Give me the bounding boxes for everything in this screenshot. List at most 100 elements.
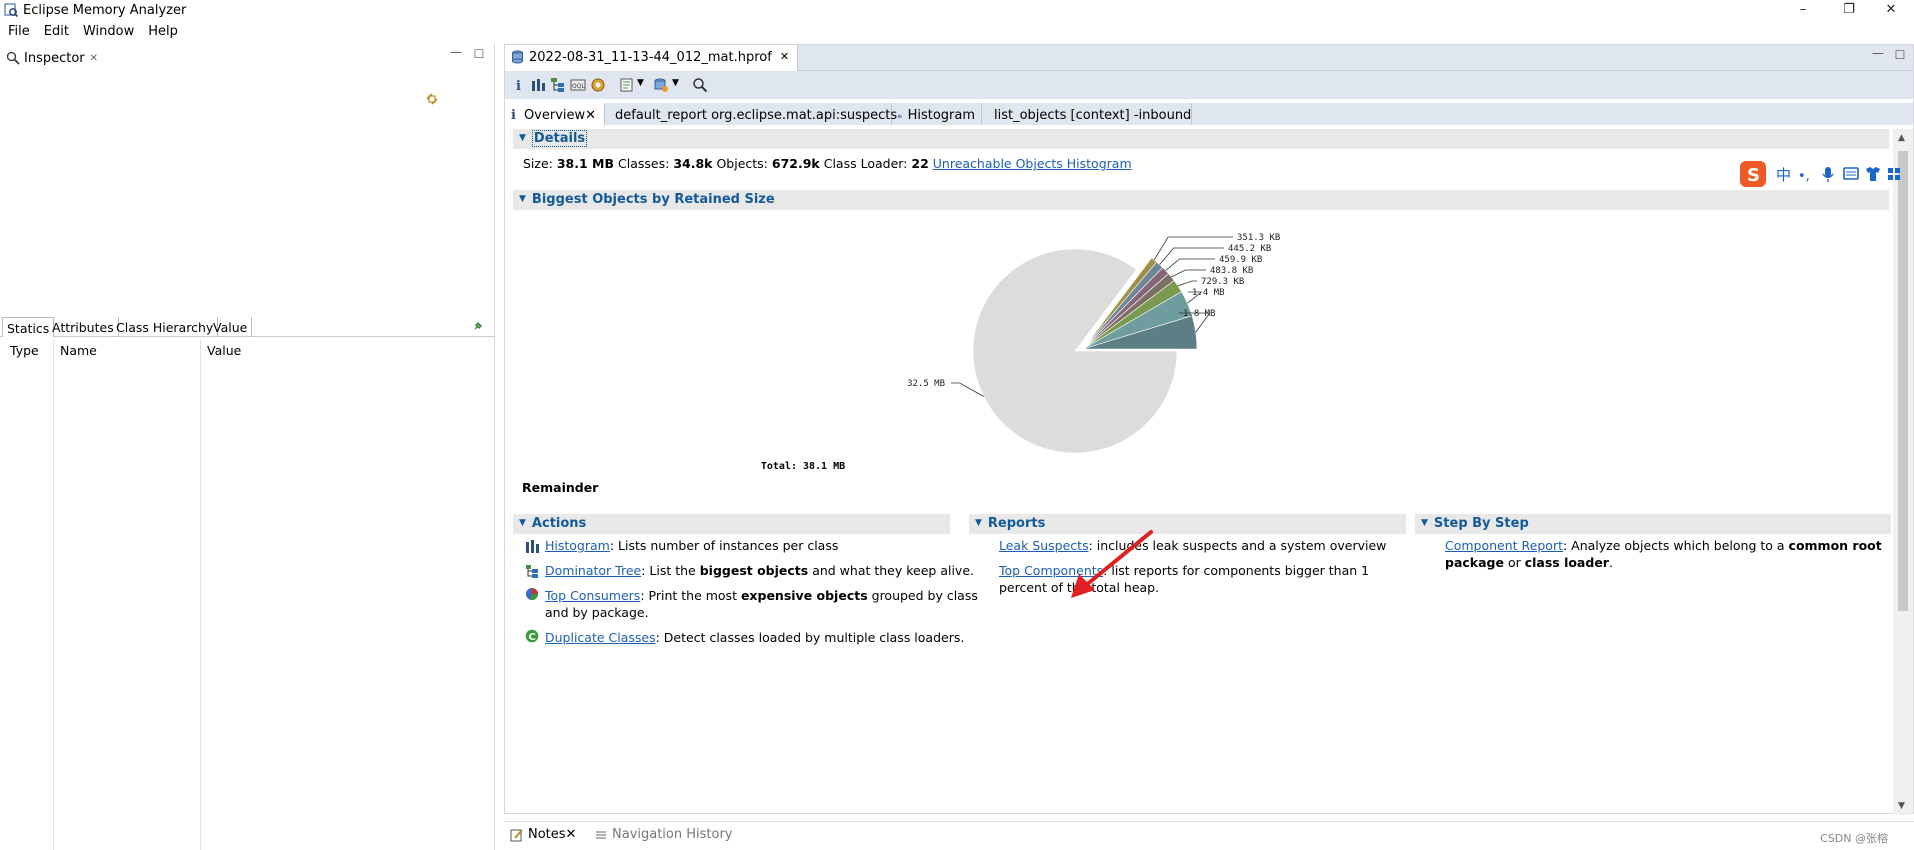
pin-icon[interactable] <box>472 320 484 332</box>
query-browser-icon[interactable] <box>653 77 669 93</box>
menu-help[interactable]: Help <box>140 22 184 39</box>
column-value[interactable]: Value <box>201 340 241 360</box>
thread-overview-icon[interactable] <box>590 77 606 93</box>
keyboard-icon[interactable] <box>1843 167 1859 180</box>
inspector-view: Inspector ✕ — ☐ Statics Attributes Class… <box>0 44 495 850</box>
retained-size-pie-chart[interactable]: 1.8 MB 1.4 MB729.3 KB483.8 KB459.9 KB445.… <box>505 211 1893 473</box>
navigation-history-tab[interactable]: Navigation History <box>594 827 733 842</box>
ime-toolbar[interactable]: S 中 •, <box>1738 160 1914 188</box>
maximize-view-icon[interactable]: ☐ <box>472 48 486 62</box>
chevron-down-icon[interactable]: ▼ <box>672 78 679 88</box>
expand-chevron-icon: ▼ <box>975 518 982 528</box>
action-dominator-tree: Dominator Tree: List the biggest objects… <box>545 562 974 579</box>
pie-slice-label: 729.3 KB <box>1201 277 1244 287</box>
scroll-up-icon[interactable]: ▲ <box>1898 133 1905 143</box>
info-icon[interactable]: i <box>511 77 527 93</box>
tab-overview-label: Overview <box>523 108 586 123</box>
close-icon[interactable]: ✕ <box>566 827 577 842</box>
toolbox-grid-icon[interactable] <box>1888 168 1900 180</box>
menu-edit[interactable]: Edit <box>36 22 75 39</box>
menu-bar: File Edit Window Help <box>0 22 1914 42</box>
tab-class-hierarchy[interactable]: Class Hierarchy <box>112 317 219 337</box>
pie-slice-label: 1.4 MB <box>1192 288 1225 298</box>
pie-leader-line <box>1159 247 1224 265</box>
pie-leader-line <box>1171 269 1206 278</box>
scroll-down-icon[interactable]: ▼ <box>1898 801 1905 811</box>
dominator-tree-link[interactable]: Dominator Tree <box>545 563 641 578</box>
svg-text:OQL: OQL <box>572 83 585 90</box>
dominator-tree-icon[interactable] <box>550 77 566 93</box>
svg-text:S: S <box>1747 165 1760 186</box>
tab-list-objects-label: list_objects [context] -inbound <box>994 108 1192 123</box>
tab-list-objects[interactable]: list_objects [context] -inbound <box>982 103 1192 125</box>
action-description: and what they keep alive. <box>808 563 974 578</box>
column-name[interactable]: Name <box>54 340 97 360</box>
actions-section-header[interactable]: ▼ Actions <box>513 514 950 534</box>
notes-tab[interactable]: Notes ✕ <box>510 827 576 842</box>
vertical-scrollbar[interactable]: ▲ ▼ <box>1893 129 1913 815</box>
column-type[interactable]: Type <box>4 340 39 360</box>
component-report-link[interactable]: Component Report <box>1445 538 1563 553</box>
bottom-view-tabs: Notes ✕ Navigation History <box>504 821 1914 850</box>
class-loader-label: Class Loader: <box>823 156 908 171</box>
tab-overview[interactable]: i Overview ✕ <box>505 103 605 125</box>
restore-window-button[interactable]: ❐ <box>1826 0 1872 22</box>
size-value: 38.1 MB <box>556 156 615 171</box>
tab-histogram[interactable]: Histogram <box>892 103 982 125</box>
maximize-editor-icon[interactable]: ☐ <box>1893 49 1907 63</box>
actions-heading: Actions <box>531 516 587 531</box>
editor-tab-bar: 2022-08-31_11-13-44_012_mat.hprof ✕ — ☐ <box>505 45 1913 71</box>
minimize-editor-icon[interactable]: — <box>1871 47 1885 61</box>
minimize-view-icon[interactable]: — <box>449 46 463 60</box>
details-section-header[interactable]: ▼ Details <box>513 129 1889 149</box>
step-emphasis: class loader <box>1524 555 1609 570</box>
hprof-file-tab[interactable]: 2022-08-31_11-13-44_012_mat.hprof ✕ <box>505 45 799 71</box>
tab-statics[interactable]: Statics <box>2 317 55 337</box>
step-by-step-section-header[interactable]: ▼ Step By Step <box>1415 514 1891 534</box>
tab-histogram-label: Histogram <box>907 108 975 123</box>
dominator-tree-icon <box>526 565 538 578</box>
unreachable-objects-histogram-link[interactable]: Unreachable Objects Histogram <box>933 156 1132 171</box>
pie-leader-line <box>1177 280 1197 287</box>
reports-section-header[interactable]: ▼ Reports <box>969 514 1406 534</box>
link-with-selection-icon[interactable] <box>425 92 439 106</box>
scrollbar-thumb[interactable] <box>1898 151 1908 611</box>
overview-page-tabs: i Overview ✕ default_report org.eclipse.… <box>505 103 1913 125</box>
inspector-tab[interactable]: Inspector ✕ <box>6 46 98 70</box>
top-consumers-link[interactable]: Top Consumers <box>545 588 640 603</box>
report-leak-suspects: Leak Suspects: includes leak suspects an… <box>999 537 1386 554</box>
chinese-mode-label[interactable]: 中 <box>1776 166 1791 184</box>
heap-dump-file-icon <box>512 50 523 64</box>
tab-attributes[interactable]: Attributes <box>48 317 119 337</box>
histogram-link[interactable]: Histogram <box>545 538 610 553</box>
step-description: . <box>1608 555 1613 570</box>
search-icon[interactable] <box>692 77 708 93</box>
oql-icon[interactable]: OQL <box>570 77 586 93</box>
histogram-icon[interactable] <box>530 77 546 93</box>
microphone-icon[interactable] <box>1822 167 1834 182</box>
step-description: or <box>1503 555 1525 570</box>
pie-slice-label: 1.8 MB <box>1183 309 1216 319</box>
close-window-button[interactable]: ✕ <box>1868 0 1914 22</box>
biggest-objects-section-header[interactable]: ▼ Biggest Objects by Retained Size <box>513 190 1889 210</box>
close-icon[interactable]: ✕ <box>90 53 98 64</box>
tab-default-report[interactable]: default_report org.eclipse.mat.api:suspe… <box>605 103 897 125</box>
objects-label: Objects: <box>716 156 768 171</box>
run-report-icon[interactable] <box>619 77 635 93</box>
step-description: : Analyze objects which belong to a <box>1562 538 1789 553</box>
action-emphasis: biggest objects <box>699 563 809 578</box>
duplicate-classes-link[interactable]: Duplicate Classes <box>545 630 656 645</box>
skin-shirt-icon[interactable] <box>1866 167 1880 181</box>
inspector-tab-label: Inspector <box>24 50 85 66</box>
close-icon[interactable]: ✕ <box>780 50 789 63</box>
close-icon[interactable]: ✕ <box>585 108 596 123</box>
tab-value[interactable]: Value <box>209 317 253 337</box>
minimize-window-button[interactable]: – <box>1780 0 1826 22</box>
classes-label: Classes: <box>618 156 670 171</box>
chevron-down-icon[interactable]: ▼ <box>637 78 644 88</box>
biggest-objects-heading: Biggest Objects by Retained Size <box>531 192 775 207</box>
action-duplicate-classes: Duplicate Classes: Detect classes loaded… <box>545 629 964 646</box>
menu-file[interactable]: File <box>0 22 36 39</box>
punctuation-mode-label[interactable]: •, <box>1798 169 1810 184</box>
menu-window[interactable]: Window <box>75 22 140 39</box>
